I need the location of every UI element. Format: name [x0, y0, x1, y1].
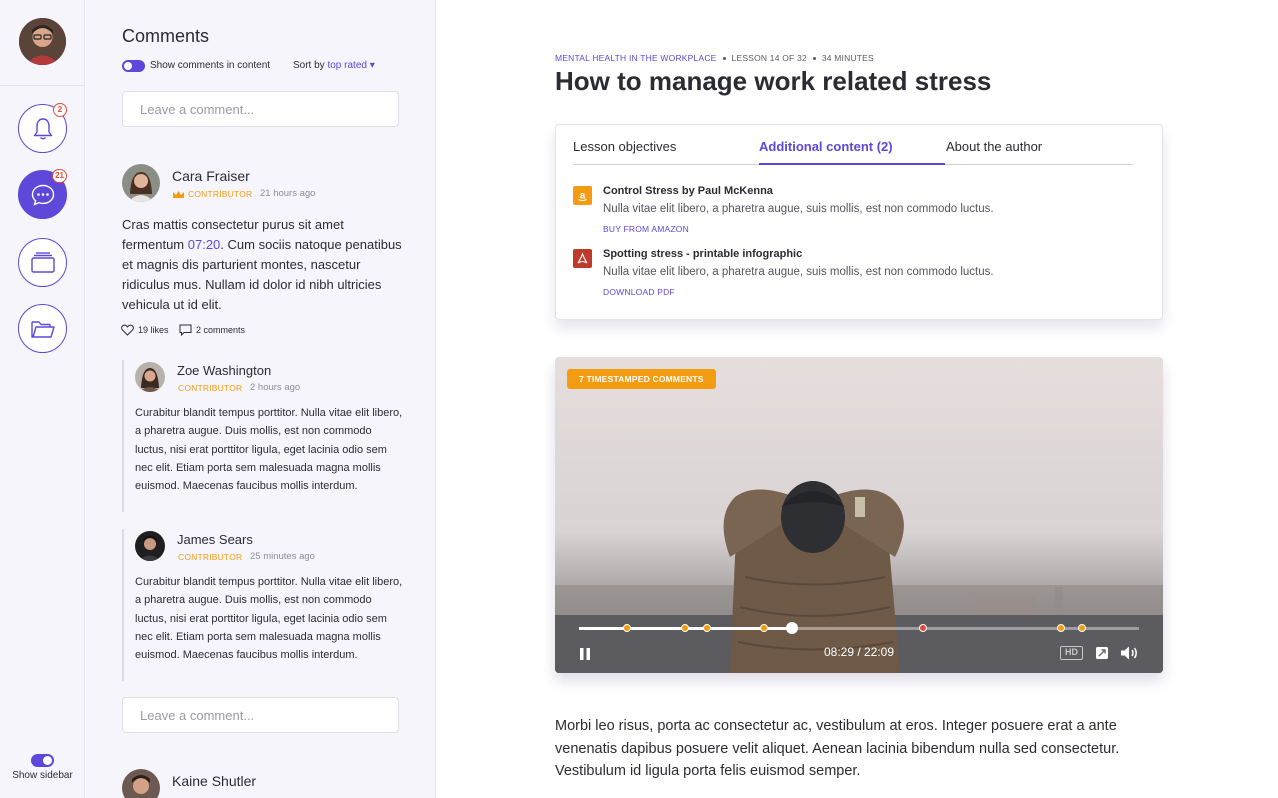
course-link[interactable]: MENTAL HEALTH IN THE WORKPLACE — [555, 53, 717, 63]
content-item-desc: Nulla vitae elit libero, a pharetra augu… — [603, 266, 994, 278]
user-avatar[interactable] — [19, 18, 66, 65]
timestamped-comments-badge[interactable]: 7 TIMESTAMPED COMMENTS — [567, 369, 716, 389]
comments-button[interactable]: 21 — [18, 169, 67, 219]
reply-time: 25 minutes ago — [250, 551, 315, 562]
comments-panel: Comments Show comments in content Sort b… — [86, 0, 436, 798]
replies-button[interactable]: 2 comments — [179, 324, 245, 336]
pdf-icon — [573, 249, 592, 268]
commenter-name[interactable]: Cara Fraiser — [172, 168, 250, 184]
comment-body: Cras mattis consectetur purus sit amet f… — [122, 217, 402, 312]
content-item-desc: Nulla vitae elit libero, a pharetra augu… — [603, 203, 994, 215]
comment-time: 21 hours ago — [260, 188, 316, 199]
reply-body: Curabitur blandit tempus porttitor. Null… — [135, 407, 403, 493]
chat-bubble-icon — [31, 184, 54, 206]
video-progress-track[interactable] — [579, 622, 1139, 634]
left-rail: 2 21 Show sidebar — [0, 0, 85, 798]
timestamp-marker[interactable] — [1077, 624, 1086, 632]
fullscreen-icon — [1096, 647, 1108, 659]
timestamp-marker[interactable] — [622, 624, 631, 632]
speech-bubble-icon — [179, 324, 192, 336]
timestamp-marker[interactable] — [1056, 624, 1065, 632]
show-sidebar-toggle[interactable] — [31, 754, 54, 767]
comments-badge: 21 — [52, 169, 67, 183]
video-player[interactable]: 7 TIMESTAMPED COMMENTS 08:29 / 22:09 HD — [555, 357, 1163, 673]
replier-avatar — [135, 531, 165, 561]
timestamp-marker[interactable] — [702, 624, 711, 632]
volume-button[interactable] — [1120, 645, 1140, 666]
commenter-name[interactable]: Kaine Shutler — [172, 773, 256, 789]
replier-role: CONTRIBUTOR — [178, 552, 243, 562]
hd-toggle[interactable]: HD — [1060, 646, 1083, 660]
commenter-avatar — [122, 769, 160, 798]
layers-button[interactable] — [18, 238, 67, 287]
commenter-avatar — [122, 164, 160, 202]
layers-icon — [30, 251, 55, 273]
sort-control: Sort by top rated ▾ — [293, 60, 375, 71]
like-button[interactable]: 19 likes — [121, 324, 169, 336]
tab-bar: Lesson objectives Additional content (2)… — [573, 125, 1133, 165]
content-item-title: Spotting stress - printable infographic — [603, 248, 803, 260]
commenter-role: CONTRIBUTOR — [172, 189, 252, 199]
comments-heading: Comments — [122, 26, 210, 46]
video-scrubber-handle[interactable] — [785, 622, 798, 634]
page-title: How to manage work related stress — [555, 66, 992, 96]
lesson-body-text: Morbi leo risus, porta ac consectetur ac… — [555, 718, 1120, 779]
reply-thread-line — [122, 360, 124, 512]
notifications-button[interactable]: 2 — [18, 103, 67, 153]
download-pdf-link[interactable]: DOWNLOAD PDF — [603, 287, 675, 297]
tab-additional-content[interactable]: Additional content (2) — [759, 139, 893, 154]
tab-lesson-objectives[interactable]: Lesson objectives — [573, 139, 676, 154]
notifications-badge: 2 — [53, 103, 67, 117]
lesson-duration: 34 MINUTES — [821, 53, 874, 63]
breadcrumb-dot — [812, 56, 816, 60]
folder-icon — [30, 320, 55, 338]
replier-avatar — [135, 362, 165, 392]
reply-thread-line — [122, 529, 124, 681]
show-comments-label: Show comments in content — [150, 60, 271, 71]
lesson-number: LESSON 14 OF 32 — [731, 53, 807, 63]
video-frame — [555, 357, 1163, 673]
active-tab-indicator — [759, 163, 945, 165]
rail-separator — [0, 85, 85, 86]
amazon-icon: a — [573, 186, 592, 205]
lesson-info-card: Lesson objectives Additional content (2)… — [555, 124, 1163, 320]
tab-about-author[interactable]: About the author — [946, 139, 1042, 154]
reply-body: Curabitur blandit tempus porttitor. Null… — [135, 576, 403, 662]
breadcrumb-dot — [722, 56, 726, 60]
replier-role: CONTRIBUTOR — [178, 383, 243, 393]
show-comments-toggle[interactable] — [122, 60, 145, 72]
lesson-breadcrumb: MENTAL HEALTH IN THE WORKPLACE LESSON 14… — [555, 53, 874, 63]
sort-label: Sort by — [293, 60, 325, 71]
buy-from-amazon-link[interactable]: BUY FROM AMAZON — [603, 224, 689, 234]
bell-icon — [33, 117, 52, 139]
comment-input-top[interactable] — [122, 91, 399, 127]
comment-timestamp-link[interactable]: 07:20 — [188, 237, 221, 252]
sort-dropdown[interactable]: top rated ▾ — [327, 60, 374, 71]
replier-name[interactable]: James Sears — [177, 532, 253, 547]
crown-icon — [173, 190, 184, 198]
files-button[interactable] — [18, 304, 67, 353]
show-sidebar-label: Show sidebar — [12, 770, 73, 781]
fullscreen-button[interactable] — [1095, 646, 1109, 665]
heart-icon — [121, 324, 134, 336]
replier-name[interactable]: Zoe Washington — [177, 363, 271, 378]
volume-icon — [1121, 646, 1137, 660]
reply-time: 2 hours ago — [250, 382, 301, 393]
comment-input-reply[interactable] — [122, 697, 399, 733]
timestamp-marker[interactable] — [759, 624, 768, 632]
content-item-title: Control Stress by Paul McKenna — [603, 185, 773, 197]
